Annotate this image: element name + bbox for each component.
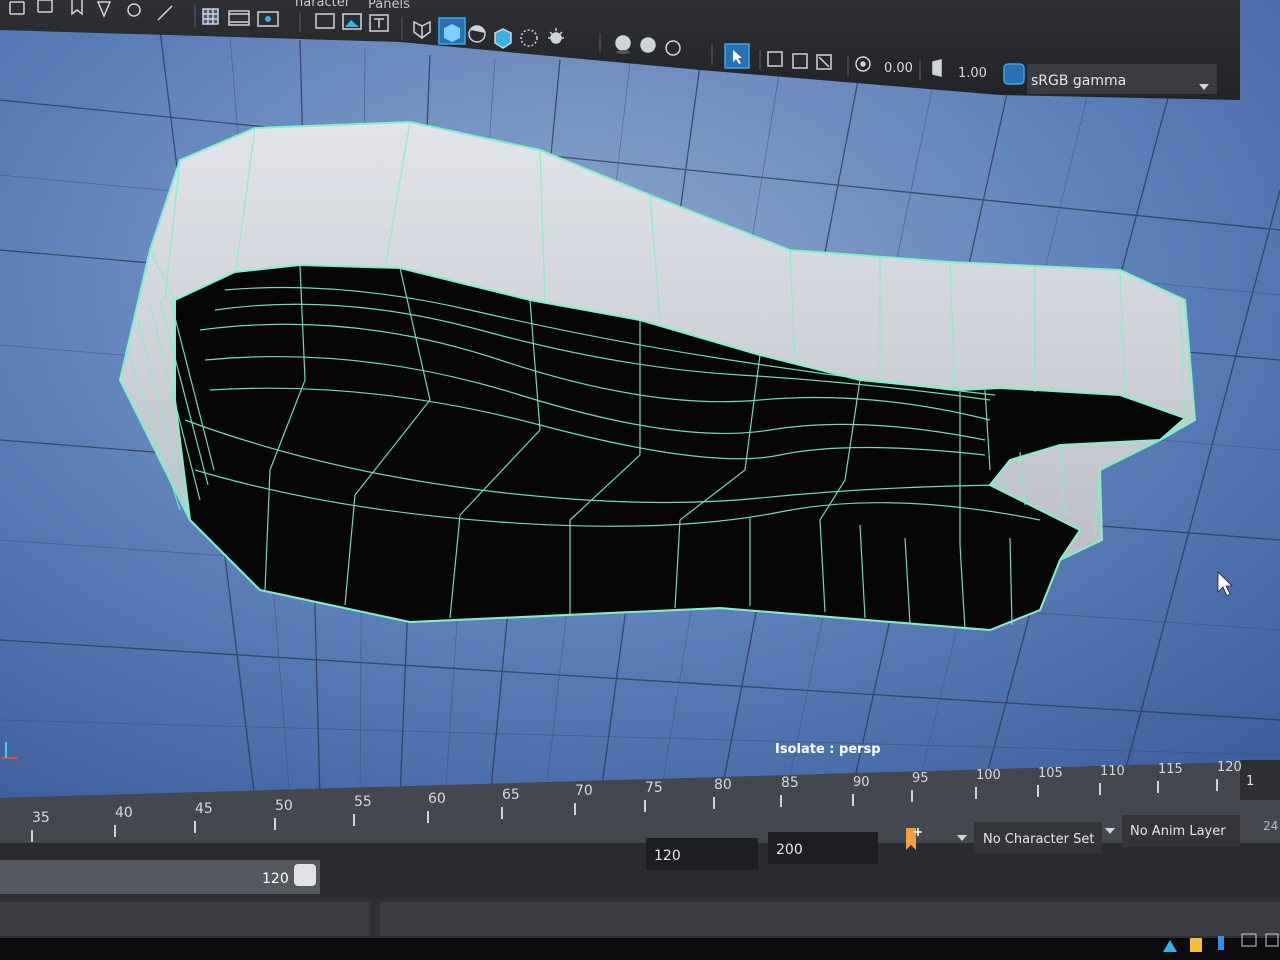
isolate-select-icon[interactable] (724, 43, 750, 69)
anim-layer-dropdown[interactable]: No Anim Layer (1130, 824, 1226, 839)
current-frame-field[interactable]: 1 (1246, 774, 1254, 789)
viewport-label: Isolate : persp (775, 742, 881, 757)
tick-label-35: 35 (32, 810, 50, 826)
perspective-viewport[interactable]: Isolate : persp haracter Panels 0.00 1.0… (0, 0, 1280, 960)
shadows-icon[interactable] (615, 35, 631, 54)
tick-label-65: 65 (502, 787, 520, 803)
bluetooth-icon (1218, 936, 1224, 950)
taskbar (0, 938, 1280, 960)
animation-end-value: 200 (776, 842, 803, 858)
range-slider-handle[interactable] (294, 864, 316, 886)
tick-label-90: 90 (853, 775, 870, 790)
smooth-shade-icon[interactable] (438, 17, 466, 45)
menu-character[interactable]: haracter (295, 0, 351, 10)
tick-label-70: 70 (575, 783, 593, 799)
gamma-icon[interactable] (932, 59, 942, 77)
security-icon (1190, 938, 1202, 952)
character-set-dropdown[interactable]: No Character Set (983, 832, 1094, 847)
tick-label-45: 45 (195, 801, 213, 817)
gamma-value[interactable]: 1.00 (958, 66, 987, 81)
menu-panels[interactable]: Panels (368, 0, 410, 12)
color-management-icon[interactable] (1003, 63, 1025, 85)
command-line-input[interactable] (380, 902, 1280, 936)
ambient-occlusion-icon[interactable] (640, 37, 656, 53)
tick-label-75: 75 (645, 780, 663, 796)
range-slider-end: 120 (262, 871, 289, 887)
exposure-value[interactable]: 0.00 (884, 61, 913, 76)
tick-label-40: 40 (115, 805, 133, 821)
tick-label-85: 85 (781, 775, 799, 791)
playback-end-value: 120 (654, 848, 681, 864)
tick-label-105: 105 (1038, 766, 1063, 781)
tick-label-80: 80 (714, 777, 732, 793)
tick-label-60: 60 (428, 791, 446, 807)
tick-label-100: 100 (976, 768, 1001, 783)
tick-label-95: 95 (912, 771, 929, 786)
xray-icon[interactable] (494, 28, 512, 49)
fps-field[interactable]: 24 (1263, 819, 1278, 833)
grid-icon[interactable] (202, 8, 219, 25)
tick-label-120: 120 (1217, 760, 1242, 775)
tick-label-110: 110 (1100, 764, 1125, 779)
tick-label-50: 50 (275, 798, 293, 814)
colorspace-dropdown[interactable]: sRGB gamma (1031, 73, 1126, 89)
tick-label-115: 115 (1158, 762, 1183, 777)
tick-label-55: 55 (354, 794, 372, 810)
